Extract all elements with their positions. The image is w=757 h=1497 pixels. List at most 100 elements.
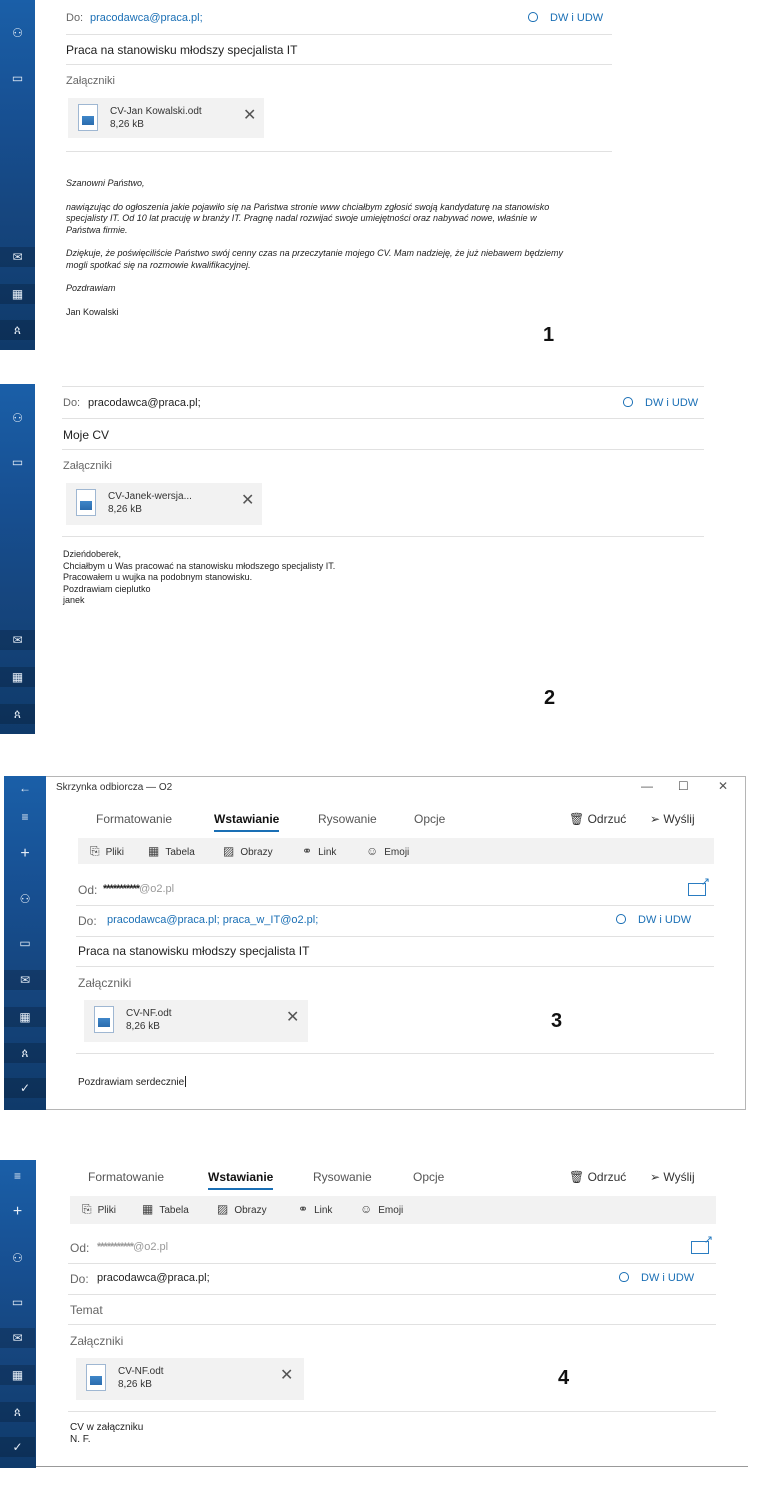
from-field: ***********@o2.pl <box>97 1241 168 1253</box>
tab-rysowanie[interactable]: Rysowanie <box>313 1170 372 1184</box>
panel-number: 4 <box>558 1367 570 1389</box>
subject-field[interactable]: Moje CV <box>63 428 109 442</box>
emoji-button[interactable]: ☺ Emoji <box>366 844 409 858</box>
discard-button[interactable]: 🗑 Odrzuć <box>569 812 626 826</box>
message-body[interactable]: Pozdrawiam serdecznie <box>78 1076 187 1089</box>
divider <box>68 1324 716 1325</box>
text-cursor <box>185 1076 187 1087</box>
nav-rail: ⚇ ▭ ✉ ▦ ጰ <box>0 384 35 734</box>
emoji-button[interactable]: ☺ Emoji <box>360 1202 403 1216</box>
tab-opcje[interactable]: Opcje <box>414 812 445 826</box>
maximize-button[interactable]: ☐ <box>678 779 689 793</box>
person-icon[interactable]: ⚇ <box>4 889 46 909</box>
images-label: Obrazy <box>234 1205 267 1216</box>
attachment-name: CV-NF.odt <box>126 1008 172 1019</box>
attachment-card[interactable]: CV-Janek-wersja... 8,26 kB ✕ <box>66 483 262 525</box>
files-button[interactable]: ⎘ Pliki <box>82 1202 116 1217</box>
divider <box>76 1053 714 1054</box>
tab-wstawianie[interactable]: Wstawianie <box>208 1170 274 1190</box>
popout-icon[interactable] <box>691 1233 713 1254</box>
attachment-card[interactable]: CV-NF.odt 8,26 kB ✕ <box>76 1358 304 1400</box>
new-mail-icon[interactable]: + <box>4 844 46 864</box>
subject-field[interactable]: Praca na stanowisku młodszy specjalista … <box>78 944 309 958</box>
document-icon <box>78 104 98 131</box>
attachment-card[interactable]: CV-NF.odt 8,26 kB ✕ <box>84 1000 308 1042</box>
message-body[interactable]: CV w załączniku N. F. <box>70 1422 143 1445</box>
attachments-label: Załączniki <box>78 976 132 990</box>
tab-rysowanie[interactable]: Rysowanie <box>318 812 377 826</box>
subject-field[interactable]: Praca na stanowisku młodszy specjalista … <box>66 43 297 57</box>
person-icon[interactable]: ⚇ <box>0 1248 35 1268</box>
link-button[interactable]: ⚭ Link <box>302 844 336 858</box>
back-arrow-icon[interactable]: ← <box>4 778 46 798</box>
images-button[interactable]: ▨ Obrazy <box>223 844 273 858</box>
mail-icon[interactable]: ✉ <box>0 630 35 650</box>
send-button[interactable]: ➢ Wyślij <box>650 1170 695 1184</box>
trash-icon: 🗑 <box>569 812 588 826</box>
remove-attachment-icon[interactable]: ✕ <box>241 493 254 509</box>
paperclip-icon: ⎘ <box>90 844 100 858</box>
todo-icon[interactable]: ✓ <box>4 1078 46 1098</box>
to-field[interactable]: pracodawca@praca.pl; <box>90 12 203 24</box>
to-field[interactable]: pracodawca@praca.pl; <box>97 1272 210 1284</box>
tab-formatowanie[interactable]: Formatowanie <box>96 812 172 826</box>
new-mail-icon[interactable]: + <box>0 1202 35 1222</box>
files-button[interactable]: ⎘ Pliki <box>90 844 124 859</box>
hamburger-icon[interactable]: ≡ <box>0 1166 35 1186</box>
folder-icon[interactable]: ▭ <box>0 1292 35 1312</box>
folder-icon[interactable]: ▭ <box>4 933 46 953</box>
mail-icon[interactable]: ✉ <box>4 970 46 990</box>
discard-button[interactable]: 🗑 Odrzuć <box>569 1170 626 1184</box>
table-button[interactable]: ▦ Tabela <box>142 1202 189 1216</box>
close-button[interactable]: ✕ <box>718 779 728 793</box>
body-line: Pozdrawiam cieplutko <box>63 583 151 594</box>
images-button[interactable]: ▨ Obrazy <box>217 1202 267 1216</box>
calendar-icon[interactable]: ▦ <box>0 284 35 304</box>
message-body[interactable]: Dzieńdoberek, Chciałbym u Was pracować n… <box>63 549 563 607</box>
cc-bcc-button[interactable]: DW i UDW <box>623 397 698 409</box>
remove-attachment-icon[interactable]: ✕ <box>286 1010 299 1026</box>
people-icon[interactable]: ጰ <box>0 1402 35 1422</box>
folder-icon[interactable]: ▭ <box>0 452 35 472</box>
mail-icon[interactable]: ✉ <box>0 1328 35 1348</box>
divider <box>62 536 704 537</box>
divider <box>76 966 714 967</box>
calendar-icon[interactable]: ▦ <box>0 667 35 687</box>
person-icon[interactable]: ⚇ <box>0 408 35 428</box>
cc-bcc-label: DW i UDW <box>641 1272 695 1284</box>
attachments-label: Załączniki <box>66 75 115 87</box>
subject-field[interactable]: Temat <box>70 1303 103 1317</box>
cc-bcc-button[interactable]: DW i UDW <box>619 1272 694 1284</box>
divider <box>66 151 612 152</box>
attachment-size: 8,26 kB <box>110 119 144 130</box>
body-line: CV w załączniku <box>70 1422 144 1433</box>
calendar-icon[interactable]: ▦ <box>0 1365 35 1385</box>
to-field[interactable]: pracodawca@praca.pl; <box>88 397 201 409</box>
mail-icon[interactable]: ✉ <box>0 247 35 267</box>
cc-bcc-button[interactable]: DW i UDW <box>616 914 691 926</box>
people-icon[interactable]: ጰ <box>4 1043 46 1063</box>
link-button[interactable]: ⚭ Link <box>298 1202 332 1216</box>
tab-opcje[interactable]: Opcje <box>413 1170 444 1184</box>
person-icon[interactable]: ⚇ <box>0 23 35 43</box>
hamburger-icon[interactable]: ≡ <box>4 807 46 827</box>
table-button[interactable]: ▦ Tabela <box>148 844 195 858</box>
link-icon: ⚭ <box>298 1202 309 1216</box>
minimize-button[interactable]: — <box>641 779 653 793</box>
popout-icon[interactable] <box>688 875 710 896</box>
tab-wstawianie[interactable]: Wstawianie <box>214 812 280 832</box>
calendar-icon[interactable]: ▦ <box>4 1007 46 1027</box>
to-label: Do: <box>63 397 81 409</box>
tab-formatowanie[interactable]: Formatowanie <box>88 1170 164 1184</box>
folder-icon[interactable]: ▭ <box>0 68 35 88</box>
send-button[interactable]: ➢ Wyślij <box>650 812 695 826</box>
to-field[interactable]: pracodawca@praca.pl; praca_w_IT@o2.pl; <box>107 914 318 926</box>
cc-bcc-button[interactable]: DW i UDW <box>528 12 603 24</box>
remove-attachment-icon[interactable]: ✕ <box>243 108 256 124</box>
people-icon[interactable]: ጰ <box>0 320 35 340</box>
people-icon[interactable]: ጰ <box>0 704 35 724</box>
attachment-card[interactable]: CV-Jan Kowalski.odt 8,26 kB ✕ <box>68 98 264 138</box>
todo-icon[interactable]: ✓ <box>0 1437 35 1457</box>
message-body[interactable]: Szanowni Państwo, nawiązując do ogłoszen… <box>66 178 626 318</box>
remove-attachment-icon[interactable]: ✕ <box>280 1368 293 1384</box>
